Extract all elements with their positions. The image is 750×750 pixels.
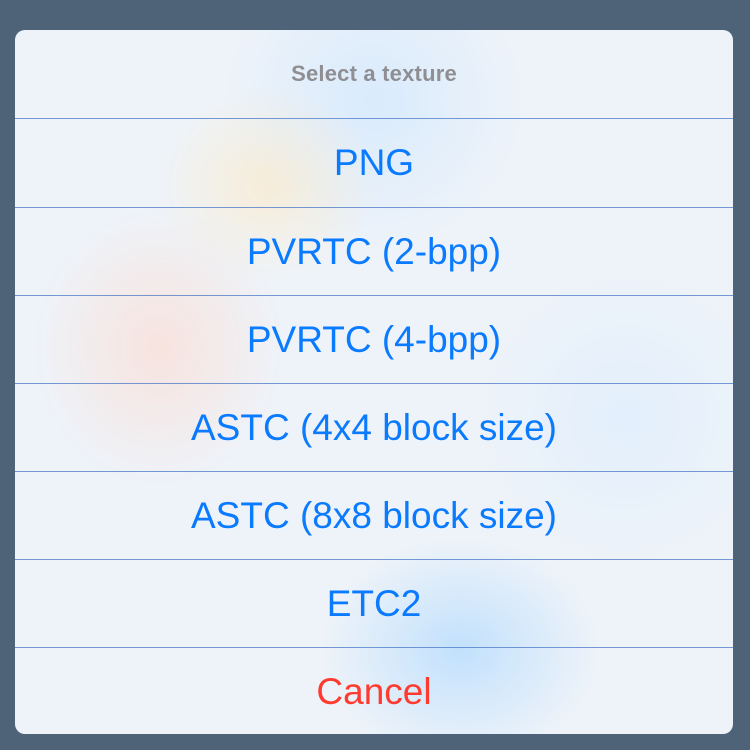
option-astc-8x8-button[interactable]: ASTC (8x8 block size) [15, 472, 733, 560]
option-etc2-button[interactable]: ETC2 [15, 560, 733, 648]
option-pvrtc-2bpp-button[interactable]: PVRTC (2-bpp) [15, 208, 733, 296]
cancel-label: Cancel [316, 671, 432, 712]
option-label: ASTC (4x4 block size) [191, 407, 557, 448]
action-sheet-title: Select a texture [291, 61, 457, 86]
option-label: ASTC (8x8 block size) [191, 495, 557, 536]
option-label: ETC2 [326, 583, 422, 624]
option-astc-4x4-button[interactable]: ASTC (4x4 block size) [15, 384, 733, 472]
cancel-button[interactable]: Cancel [15, 648, 733, 734]
texture-action-sheet: Select a texture PNG PVRTC (2-bpp) PVRTC… [15, 30, 733, 734]
option-label: PNG [333, 142, 415, 183]
option-png-button[interactable]: PNG [15, 119, 733, 207]
option-label: PVRTC (2-bpp) [246, 231, 502, 272]
option-pvrtc-4bpp-button[interactable]: PVRTC (4-bpp) [15, 296, 733, 384]
action-sheet-header: Select a texture [15, 30, 733, 118]
option-label: PVRTC (4-bpp) [246, 319, 502, 360]
